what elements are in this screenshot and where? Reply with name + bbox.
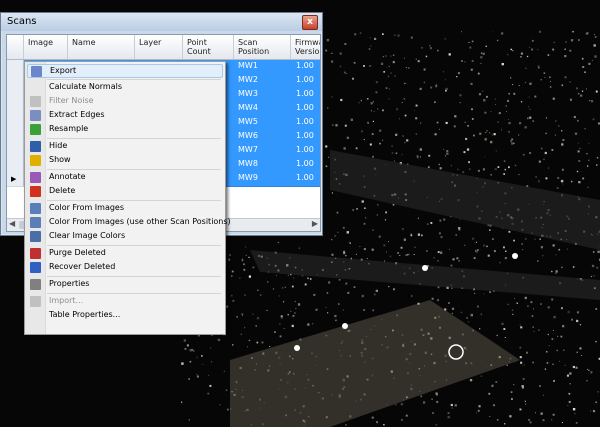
row-header[interactable] — [7, 88, 24, 103]
firmware-cell: 1.00 — [296, 145, 314, 154]
close-button[interactable]: x — [302, 15, 318, 30]
column-header-point-count[interactable]: Point Count — [183, 35, 234, 59]
edges-icon — [30, 110, 41, 121]
menu-item-label: Hide — [49, 141, 68, 150]
row-header[interactable] — [7, 116, 24, 131]
firmware-cell: 1.00 — [296, 159, 314, 168]
menu-item-recover-deleted[interactable]: Recover Deleted — [27, 261, 223, 275]
menu-item-label: Delete — [49, 186, 76, 195]
menu-item-label: Import... — [49, 296, 84, 305]
row-header[interactable] — [7, 74, 24, 89]
row-header[interactable] — [7, 60, 24, 75]
scan-position-cell: MW1 — [238, 61, 258, 70]
menu-item-label: Table Properties... — [49, 310, 121, 319]
menu-item-color-from-images[interactable]: Color From Images — [27, 202, 223, 216]
firmware-cell: 1.00 — [296, 117, 314, 126]
properties-icon — [30, 279, 41, 290]
import-icon — [30, 296, 41, 307]
menu-item-resample[interactable]: Resample — [27, 123, 223, 137]
purge-icon — [30, 248, 41, 259]
firmware-cell: 1.00 — [296, 75, 314, 84]
menu-item-label: Show — [49, 155, 71, 164]
scan-position-cell: MW2 — [238, 75, 258, 84]
firmware-cell: 1.00 — [296, 131, 314, 140]
clear-colors-icon — [30, 231, 41, 242]
column-header-image[interactable]: Image — [24, 35, 68, 59]
column-header-scan-position[interactable]: Scan Position — [234, 35, 291, 59]
recover-icon — [30, 262, 41, 273]
menu-item-label: Color From Images — [49, 203, 125, 212]
scan-position-cell: MW6 — [238, 131, 258, 140]
row-header[interactable] — [7, 158, 24, 173]
menu-item-label: Extract Edges — [49, 110, 105, 119]
delete-icon — [30, 186, 41, 197]
context-menu: Export Calculate Normals Filter Noise Extra… — [24, 61, 231, 335]
export-icon — [31, 66, 42, 77]
menu-item-label: Recover Deleted — [49, 262, 116, 271]
scan-position-cell: MW4 — [238, 103, 258, 112]
menu-item-label: Properties — [49, 279, 90, 288]
menu-item-annotate[interactable]: Annotate — [27, 171, 223, 185]
row-header[interactable] — [7, 102, 24, 117]
menu-separator — [47, 293, 221, 294]
scan-position-cell: MW9 — [238, 173, 258, 182]
menu-item-table-properties[interactable]: Table Properties... — [27, 309, 223, 323]
menu-item-purge-deleted[interactable]: Purge Deleted — [27, 247, 223, 261]
menu-separator — [47, 245, 221, 246]
menu-item-label: Color From Images (use other Scan Positi… — [49, 217, 231, 226]
row-header-corner — [7, 35, 24, 59]
color-images-other-icon — [30, 217, 41, 228]
menu-item-label: Purge Deleted — [49, 248, 106, 257]
menu-separator — [47, 79, 221, 80]
annotate-icon — [30, 172, 41, 183]
resample-icon — [30, 124, 41, 135]
scan-position-cell: MW3 — [238, 89, 258, 98]
scan-position-cell: MW7 — [238, 145, 258, 154]
scroll-left-icon[interactable]: ◀ — [9, 219, 15, 228]
menu-item-label: Annotate — [49, 172, 86, 181]
menu-item-color-from-images-use-other-scan-positions[interactable]: Color From Images (use other Scan Positi… — [27, 216, 231, 230]
column-header-layer[interactable]: Layer — [135, 35, 183, 59]
current-row-icon: ▶ — [11, 175, 17, 183]
scroll-right-icon[interactable]: ▶ — [312, 219, 318, 228]
firmware-cell: 1.00 — [296, 89, 314, 98]
menu-separator — [47, 169, 221, 170]
menu-item-label: Export — [50, 66, 77, 75]
menu-separator — [47, 200, 221, 201]
title-bar[interactable]: Scans x — [1, 13, 322, 31]
firmware-cell: 1.00 — [296, 173, 314, 182]
row-header[interactable]: ▶ — [7, 172, 24, 187]
show-icon — [30, 155, 41, 166]
menu-item-label: Resample — [49, 124, 89, 133]
hide-icon — [30, 141, 41, 152]
table-header: Image Name Layer Point Count Scan Positi… — [7, 35, 320, 60]
menu-item-calculate-normals[interactable]: Calculate Normals — [27, 81, 223, 95]
firmware-cell: 1.00 — [296, 61, 314, 70]
column-header-firmware[interactable]: Firmware Version — [291, 35, 320, 59]
menu-separator — [47, 276, 221, 277]
menu-item-clear-image-colors[interactable]: Clear Image Colors — [27, 230, 223, 244]
scan-position-cell: MW5 — [238, 117, 258, 126]
menu-item-hide[interactable]: Hide — [27, 140, 223, 154]
menu-item-export[interactable]: Export — [27, 64, 223, 78]
column-header-name[interactable]: Name — [68, 35, 135, 59]
window-title: Scans — [7, 16, 37, 27]
menu-item-label: Calculate Normals — [49, 82, 123, 91]
filter-icon — [30, 96, 41, 107]
row-header[interactable] — [7, 144, 24, 159]
menu-item-extract-edges[interactable]: Extract Edges — [27, 109, 223, 123]
menu-separator — [47, 138, 221, 139]
menu-item-import: Import... — [27, 295, 223, 309]
menu-item-filter-noise: Filter Noise — [27, 95, 223, 109]
menu-item-show[interactable]: Show — [27, 154, 223, 168]
row-header[interactable] — [7, 130, 24, 145]
color-images-icon — [30, 203, 41, 214]
firmware-cell: 1.00 — [296, 103, 314, 112]
menu-item-properties[interactable]: Properties — [27, 278, 223, 292]
scan-position-cell: MW8 — [238, 159, 258, 168]
menu-item-label: Clear Image Colors — [49, 231, 126, 240]
menu-item-label: Filter Noise — [49, 96, 94, 105]
menu-item-delete[interactable]: Delete — [27, 185, 223, 199]
